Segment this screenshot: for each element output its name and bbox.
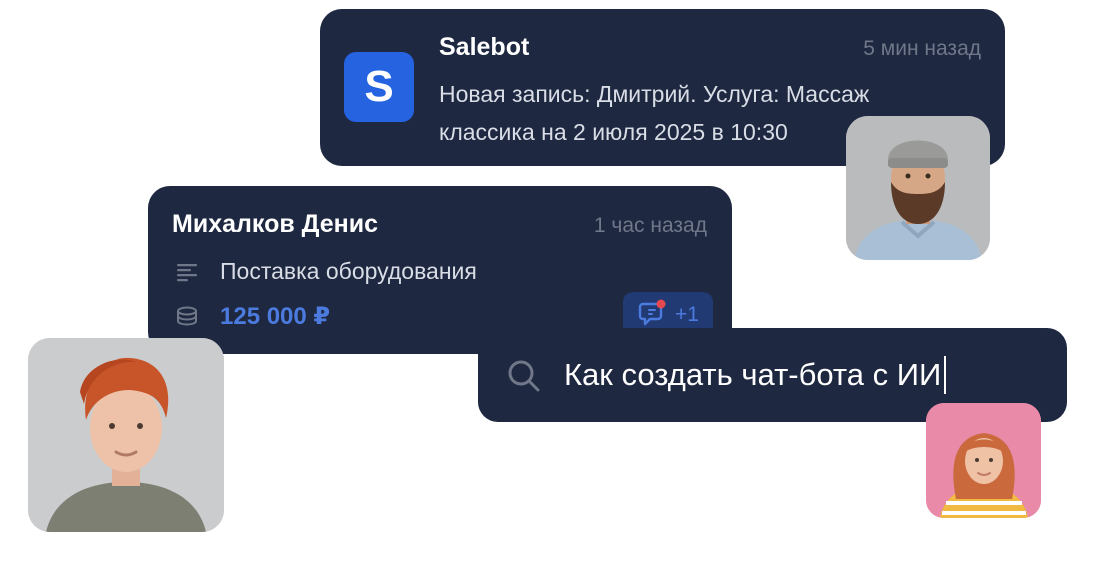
deal-amount-row: 125 000 ₽ [174, 302, 330, 331]
deal-contact-name: Михалков Денис [172, 210, 379, 238]
redhead-man-avatar [28, 338, 224, 532]
notification-time: 5 мин назад [863, 37, 981, 60]
deal-time: 1 час назад [593, 214, 707, 237]
search-icon [506, 358, 542, 394]
deal-description-row: Поставка оборудования [174, 258, 477, 285]
salebot-logo: S [344, 52, 414, 122]
search-input[interactable]: Как создать чат-бота с ИИ [564, 352, 941, 398]
deal-description: Поставка оборудования [220, 258, 477, 284]
girl-avatar [926, 403, 1041, 518]
bearded-man-avatar [846, 116, 990, 260]
notification-title: Salebot [439, 33, 530, 61]
comments-count: +1 [675, 303, 699, 326]
text-cursor [944, 356, 946, 394]
coins-stack-icon [174, 304, 200, 330]
text-lines-icon [174, 259, 200, 285]
salebot-logo-letter: S [364, 62, 394, 111]
deal-amount: 125 000 ₽ [220, 303, 331, 330]
